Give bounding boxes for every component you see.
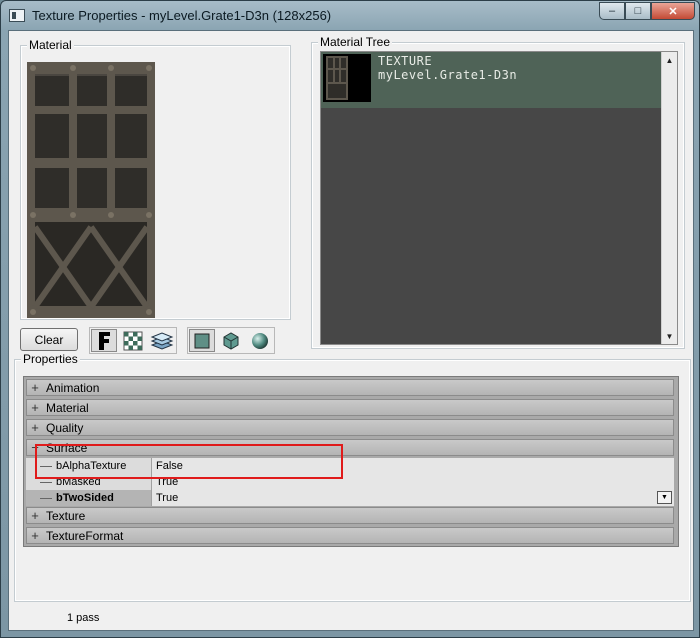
material-tree-group: Material Tree TEXTURE myLevel.Grate1-D3n…	[311, 35, 685, 349]
expand-icon[interactable]: +	[27, 528, 43, 543]
material-group-label: Material	[27, 38, 74, 52]
status-pass-count: 1 pass	[67, 612, 100, 624]
category-label: Texture	[46, 508, 86, 523]
minimize-button[interactable]: –	[599, 2, 625, 20]
window-title: Texture Properties - myLevel.Grate1-D3n …	[32, 8, 332, 23]
category-label: Quality	[46, 420, 84, 435]
dropdown-arrow-icon[interactable]: ▼	[657, 491, 672, 504]
category-label: TextureFormat	[46, 528, 124, 543]
window-icon	[9, 9, 25, 22]
texture-thumbnail	[323, 54, 371, 102]
layers-icon[interactable]	[149, 329, 175, 352]
sphere-icon[interactable]	[247, 329, 273, 352]
category-quality[interactable]: + Quality	[26, 419, 674, 436]
material-group: Material	[20, 38, 291, 320]
bold-f-icon[interactable]	[91, 329, 117, 352]
category-animation[interactable]: + Animation	[26, 379, 674, 396]
category-material[interactable]: + Material	[26, 399, 674, 416]
clear-button[interactable]: Clear	[20, 328, 78, 351]
tree-item-type: TEXTURE	[378, 54, 433, 68]
material-tree-view[interactable]: TEXTURE myLevel.Grate1-D3n ▲ ▼	[320, 51, 678, 345]
grate-texture-image	[27, 62, 155, 318]
checker-alpha-icon[interactable]	[120, 329, 146, 352]
property-name-selected: bTwoSided	[26, 490, 152, 506]
category-label: Animation	[46, 380, 100, 395]
tree-scrollbar[interactable]: ▲ ▼	[661, 52, 677, 344]
tree-item-name: myLevel.Grate1-D3n	[378, 68, 518, 82]
annotation-highlight-box	[35, 444, 343, 479]
expand-icon[interactable]: +	[27, 380, 43, 395]
texture-preview	[27, 62, 155, 318]
window-frame: Texture Properties - myLevel.Grate1-D3n …	[0, 0, 700, 638]
preview-shape-toolbar	[187, 327, 275, 354]
expand-icon[interactable]: +	[27, 420, 43, 435]
expand-icon[interactable]: +	[27, 400, 43, 415]
expand-icon[interactable]: +	[27, 508, 43, 523]
category-textureformat[interactable]: + TextureFormat	[26, 527, 674, 544]
plane-icon[interactable]	[189, 329, 215, 352]
title-bar[interactable]: Texture Properties - myLevel.Grate1-D3n …	[1, 1, 700, 31]
scroll-up-icon[interactable]: ▲	[662, 52, 677, 68]
dialog-body: Material Material Tree TEXTURE myLevel.G…	[8, 30, 694, 631]
category-texture[interactable]: + Texture	[26, 507, 674, 524]
property-row-btwosided[interactable]: bTwoSided True ▼	[26, 490, 674, 506]
property-value-selected[interactable]: True ▼	[152, 490, 674, 506]
close-button[interactable]: ✕	[651, 2, 695, 20]
category-label: Material	[46, 400, 89, 415]
property-value-text: True	[156, 492, 179, 504]
properties-group-label: Properties	[21, 352, 80, 366]
material-tree-item[interactable]: TEXTURE myLevel.Grate1-D3n	[321, 52, 662, 108]
view-mode-toolbar	[89, 327, 177, 354]
scroll-down-icon[interactable]: ▼	[662, 328, 677, 344]
cube-icon[interactable]	[218, 329, 244, 352]
properties-group: Properties + Animation + Material + Qual…	[14, 352, 691, 602]
material-tree-label: Material Tree	[318, 35, 393, 49]
maximize-button[interactable]: □	[625, 2, 651, 20]
